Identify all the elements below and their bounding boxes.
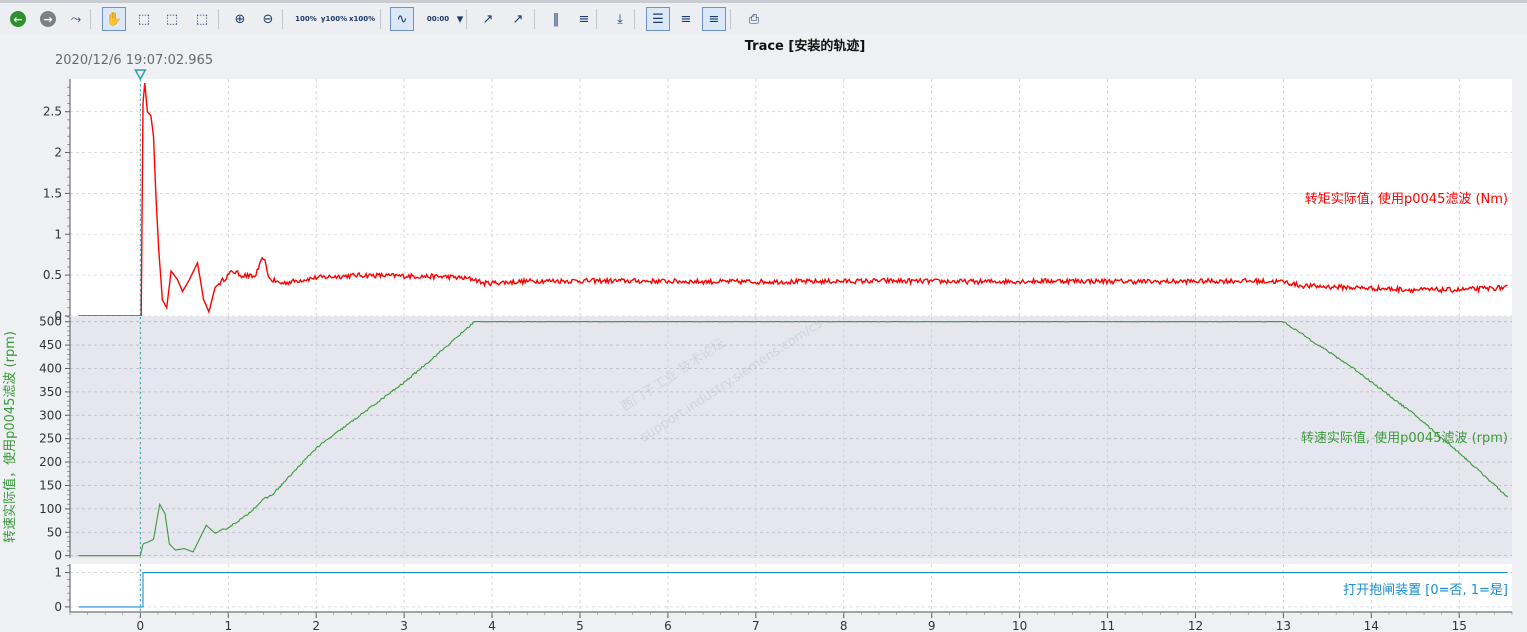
y-tick-label: 400 xyxy=(39,361,62,375)
brake-series-label: 打开抱闸装置 [0=否, 1=是] xyxy=(1343,582,1508,598)
y-tick-label: 250 xyxy=(39,432,62,446)
x-tick-label: 8 xyxy=(840,619,848,632)
trace-chart[interactable]: 西门子工业 技术论坛 support.industry.siemens.com/… xyxy=(0,0,1527,632)
speed-y-axis-label: 转速实际值，使用p0045滤波 (rpm) xyxy=(2,331,18,543)
y-tick-label: 200 xyxy=(39,455,62,469)
x-tick-label: 1 xyxy=(224,619,232,632)
x-tick-label: 12 xyxy=(1188,619,1203,632)
y-tick-label: 100 xyxy=(39,502,62,516)
x-tick-label: 14 xyxy=(1364,619,1379,632)
x-tick-label: 6 xyxy=(664,619,672,632)
y-tick-label: 0.5 xyxy=(43,268,62,282)
y-tick-label: 300 xyxy=(39,408,62,422)
x-tick-label: 15 xyxy=(1452,619,1467,632)
y-tick-label: 0 xyxy=(54,549,62,563)
x-tick-label: 13 xyxy=(1276,619,1291,632)
y-tick-label: 50 xyxy=(47,525,62,539)
trigger-marker[interactable] xyxy=(134,69,147,81)
y-tick-label: 0 xyxy=(54,600,62,614)
x-tick-label: 4 xyxy=(488,619,496,632)
y-tick-label: 1 xyxy=(54,566,62,580)
trigger-triangle-icon[interactable] xyxy=(134,69,147,81)
y-tick-label: 500 xyxy=(39,315,62,329)
y-tick-label: 2 xyxy=(54,146,62,160)
torque-series-label: 转矩实际值, 使用p0045滤波 (Nm) xyxy=(1305,191,1508,207)
y-tick-label: 1.5 xyxy=(43,186,62,200)
x-tick-label: 0 xyxy=(137,619,145,632)
x-tick-label: 2 xyxy=(312,619,320,632)
x-tick-label: 10 xyxy=(1012,619,1027,632)
x-tick-label: 5 xyxy=(576,619,584,632)
x-tick-label: 7 xyxy=(752,619,760,632)
x-tick-label: 9 xyxy=(928,619,936,632)
y-tick-label: 350 xyxy=(39,385,62,399)
y-tick-label: 150 xyxy=(39,478,62,492)
y-tick-label: 450 xyxy=(39,338,62,352)
y-tick-label: 1 xyxy=(54,227,62,241)
speed-series-label: 转速实际值, 使用p0045滤波 (rpm) xyxy=(1301,430,1508,446)
x-tick-label: 11 xyxy=(1100,619,1115,632)
x-tick-label: 3 xyxy=(400,619,408,632)
y-tick-label: 2.5 xyxy=(43,105,62,119)
